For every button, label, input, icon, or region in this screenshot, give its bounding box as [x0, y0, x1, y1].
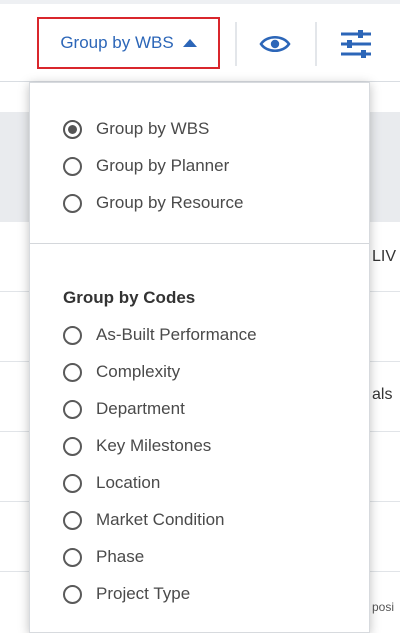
- option-market-condition[interactable]: Market Condition: [63, 506, 225, 534]
- radio-unchecked-icon[interactable]: [63, 510, 82, 530]
- option-label: Complexity: [96, 362, 181, 381]
- option-label: Group by Resource: [96, 193, 244, 212]
- table-cell-fragment: posi: [372, 600, 395, 614]
- option-label: Department: [96, 399, 185, 418]
- option-group-by-resource[interactable]: Group by Resource: [63, 189, 243, 217]
- option-key-milestones[interactable]: Key Milestones: [63, 432, 211, 460]
- table-cell-fragment: LIV: [372, 248, 397, 265]
- option-project-type[interactable]: Project Type: [63, 580, 190, 608]
- caret-up-icon: [182, 39, 197, 47]
- radio-unchecked-icon[interactable]: [63, 584, 82, 604]
- toolbar-top-edge: [0, 0, 400, 4]
- radio-unchecked-icon[interactable]: [63, 156, 82, 176]
- eye-icon[interactable]: [257, 26, 293, 62]
- option-label: Key Milestones: [96, 436, 212, 455]
- option-phase[interactable]: Phase: [63, 543, 144, 571]
- option-location[interactable]: Location: [63, 469, 160, 497]
- sliders-icon[interactable]: [338, 26, 374, 62]
- radio-unchecked-icon[interactable]: [63, 193, 82, 213]
- radio-unchecked-icon[interactable]: [63, 325, 82, 345]
- radio-unchecked-icon[interactable]: [63, 399, 82, 419]
- option-label: Group by Planner: [96, 156, 230, 175]
- section-title-group-by-codes: Group by Codes: [63, 288, 196, 307]
- option-label: Phase: [96, 547, 145, 566]
- option-complexity[interactable]: Complexity: [63, 358, 180, 386]
- option-label: Location: [96, 473, 161, 492]
- dropdown-divider: [30, 243, 369, 244]
- radio-checked-icon[interactable]: [63, 119, 82, 139]
- group-by-button[interactable]: Group by WBS: [37, 17, 220, 69]
- radio-unchecked-icon[interactable]: [63, 547, 82, 567]
- radio-unchecked-icon[interactable]: [63, 473, 82, 493]
- page: Group by WBS LIV als posi Group by WBS G…: [0, 0, 400, 633]
- option-as-built-performance[interactable]: As-Built Performance: [63, 321, 257, 349]
- option-group-by-wbs[interactable]: Group by WBS: [63, 115, 209, 143]
- radio-unchecked-icon[interactable]: [63, 436, 82, 456]
- toolbar-divider: [315, 22, 317, 66]
- option-label: Market Condition: [96, 510, 225, 529]
- option-department[interactable]: Department: [63, 395, 185, 423]
- option-label: Project Type: [96, 584, 191, 603]
- option-label: As-Built Performance: [96, 325, 257, 344]
- group-by-button-label: Group by WBS: [60, 33, 174, 52]
- toolbar-divider: [235, 22, 237, 66]
- toolbar: Group by WBS: [0, 0, 400, 82]
- table-cell-fragment: als: [372, 386, 393, 403]
- option-label: Group by WBS: [96, 119, 210, 138]
- group-by-dropdown: Group by WBS Group by Planner Group by R…: [29, 82, 370, 633]
- option-group-by-planner[interactable]: Group by Planner: [63, 152, 229, 180]
- radio-unchecked-icon[interactable]: [63, 362, 82, 382]
